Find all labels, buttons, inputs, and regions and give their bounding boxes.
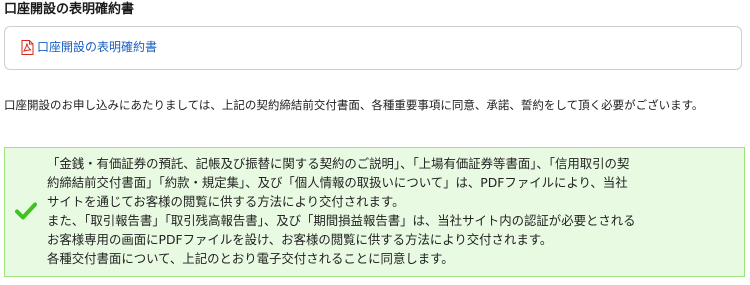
section-title: 口座開設の表明確約書 <box>4 2 135 17</box>
agreement-text: 「金銭・有価証券の預託、記帳及び振替に関する契約のご説明」、「上場有価証券等書面… <box>47 154 737 268</box>
agreement-line: 各種交付書面について、上記のとおり電子交付されることに同意します。 <box>47 251 454 266</box>
agreement-line: サイトを通じてお客様の閲覧に供する方法により交付されます。 <box>47 194 405 209</box>
agreement-checkbox[interactable]: 「金銭・有価証券の預託、記帳及び振替に関する契約のご説明」、「上場有価証券等書面… <box>4 147 745 277</box>
pdf-icon <box>21 39 34 55</box>
document-box: 口座開設の表明確約書 <box>4 26 742 70</box>
document-link[interactable]: 口座開設の表明確約書 <box>21 39 157 55</box>
agreement-line: また、「取引報告書」「取引残高報告書」、及び「期間損益報告書」は、当社サイト内の… <box>47 213 636 228</box>
agreement-line: 「金銭・有価証券の預託、記帳及び振替に関する契約のご説明」、「上場有価証券等書面… <box>47 156 630 171</box>
agreement-line: お客様専用の画面にPDFファイルを設け、お客様の閲覧に供する方法により交付されま… <box>47 232 553 247</box>
document-link-label[interactable]: 口座開設の表明確約書 <box>37 39 157 55</box>
notice-text: 口座開設のお申し込みにあたりましては、上記の契約締結前交付書面、各種重要事項に同… <box>4 98 704 112</box>
agreement-line: 約締結前交付書面」「約款・規定集」、及び「個人情報の取扱いについて」は、PDFフ… <box>47 175 628 190</box>
check-icon[interactable] <box>15 202 37 220</box>
